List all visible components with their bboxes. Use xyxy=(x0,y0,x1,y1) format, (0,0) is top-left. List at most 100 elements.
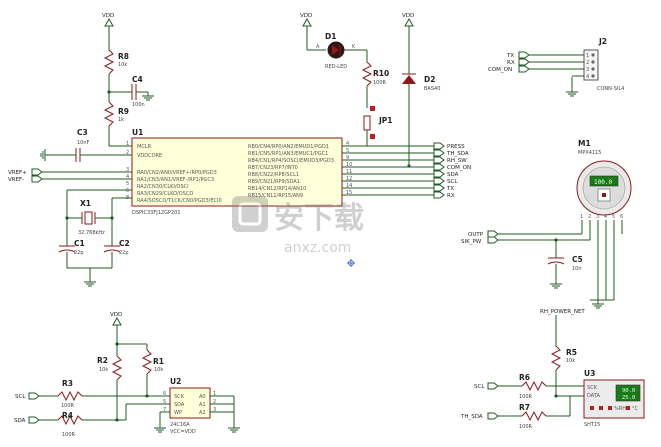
svg-text:VDD: VDD xyxy=(300,13,312,19)
m1-pin-number: 6 xyxy=(620,214,623,220)
net-port xyxy=(518,51,530,59)
j2-pin xyxy=(591,67,595,71)
capacitor-c1[interactable]: C1 22p xyxy=(58,239,85,256)
vdd-d2: VDD xyxy=(402,13,414,27)
u1-left-pin-number: 1 xyxy=(126,141,129,147)
net-label: RX xyxy=(447,193,455,199)
net-label: RX xyxy=(507,60,515,66)
net-label: VREF- xyxy=(8,177,24,183)
svg-text:100R: 100R xyxy=(373,80,387,86)
svg-text:JP1: JP1 xyxy=(378,116,393,125)
svg-text:安下载: 安下载 xyxy=(274,201,364,236)
net-label: COM_ON xyxy=(447,165,471,171)
svg-text:°C: °C xyxy=(632,406,639,412)
net-sik-pw: SIK_PW xyxy=(461,236,499,245)
u1-left-pin-label: RA2/CN30/CLKI/OSCI xyxy=(137,184,189,190)
svg-text:D2: D2 xyxy=(424,75,435,84)
net-port xyxy=(433,170,445,178)
svg-text:24C16A: 24C16A xyxy=(170,422,190,428)
svg-text:J2: J2 xyxy=(598,37,607,46)
u1-left-pin-label: RA0/CN2/AN0/VREF+/RP0/PGD3 xyxy=(137,170,217,176)
capacitor-c2[interactable]: C2 22p xyxy=(103,239,130,256)
resistor-r9[interactable]: R9 1k xyxy=(103,101,129,127)
j2-pins: 1 TX 2 RX 3 COM_ON 4 xyxy=(488,51,595,80)
net-label: SCL xyxy=(447,179,458,185)
resistor-r2[interactable]: R2 10k xyxy=(97,355,123,381)
capacitor-c3[interactable]: C3 10nF xyxy=(45,128,132,162)
jumper-jp1[interactable]: JP1 xyxy=(363,106,393,139)
net-scl-right: SCL xyxy=(474,382,499,390)
diode-d2[interactable]: D2 BAS40 xyxy=(402,73,440,92)
u1-left-pin-number: 6 xyxy=(126,188,129,194)
svg-text:R7: R7 xyxy=(519,403,530,412)
svg-text:22p: 22p xyxy=(74,250,84,256)
net-port xyxy=(433,191,445,199)
svg-text:D1: D1 xyxy=(325,32,336,41)
j2-pin xyxy=(591,53,595,57)
connector-j2[interactable]: J2 CONN-SIL4 xyxy=(583,37,624,92)
svg-text:K: K xyxy=(352,44,356,50)
resistor-r10[interactable]: R10 100R xyxy=(361,61,389,87)
svg-text:C5: C5 xyxy=(572,255,583,264)
resistor-r6[interactable]: R6 100R xyxy=(519,373,547,400)
svg-text:32.768kHz: 32.768kHz xyxy=(78,230,105,236)
capacitor-c5[interactable]: C5 10n xyxy=(547,255,583,272)
u1-right-pin-label: RB14/CN12/RP14/AN10 xyxy=(248,186,306,192)
resistor-r8[interactable]: R8 10k xyxy=(103,49,129,75)
u1-right-pin-label: RB0/CN4/RP0/AN2/EMUD1/PGD1 xyxy=(248,144,329,150)
net-port xyxy=(31,168,43,176)
capacitor-c4[interactable]: C4 100n xyxy=(131,75,148,108)
net-label: PRESS xyxy=(447,144,465,150)
resistor-r5[interactable]: R5 10k xyxy=(550,345,577,371)
resistor-r4[interactable]: R4 100R xyxy=(57,411,83,438)
vref-nets: VREF+VREF- xyxy=(8,168,132,183)
led-d1[interactable]: D1 A K RED-LED xyxy=(316,32,356,70)
m1-pin-number: 4 xyxy=(604,214,607,220)
svg-text:%RH: %RH xyxy=(614,406,626,412)
svg-text:R6: R6 xyxy=(519,373,530,382)
crystal-x1[interactable]: X1 32.768kHz xyxy=(67,199,112,236)
net-port xyxy=(433,184,445,192)
svg-text:100R: 100R xyxy=(519,394,533,400)
svg-text:22p: 22p xyxy=(119,250,129,256)
net-label: SDA xyxy=(447,172,459,178)
m1-pin-number: 3 xyxy=(596,214,599,220)
svg-text:RED-LED: RED-LED xyxy=(325,64,347,70)
resistor-r1[interactable]: R1 10k xyxy=(141,349,164,375)
svg-text:10k: 10k xyxy=(566,358,575,364)
u1-left-pin-label: MCLR xyxy=(137,144,152,150)
j2-pin xyxy=(591,60,595,64)
net-label: TX xyxy=(506,53,514,59)
j2-pin-number: 4 xyxy=(586,74,589,80)
svg-text:R4: R4 xyxy=(62,411,73,420)
svg-text:R8: R8 xyxy=(118,52,129,61)
pressure-sensor-m1[interactable]: 100.0 M1 MPX4115 xyxy=(576,139,632,216)
svg-text:100R: 100R xyxy=(61,403,75,409)
svg-text:DATA: DATA xyxy=(587,393,600,399)
net-port xyxy=(518,58,530,66)
ground-c3 xyxy=(40,149,46,161)
u1-right-pin-label: RB1/CN5/RP1/AN3/EMUC1/PGC1 xyxy=(248,151,328,157)
svg-text:SIK_PW: SIK_PW xyxy=(461,239,482,245)
net-port xyxy=(433,156,445,164)
svg-text:R10: R10 xyxy=(373,69,389,78)
humidity-sensor-u3[interactable]: U3 SCK DATA 90.0 25.0 %RH °C SHT15 xyxy=(583,369,645,428)
svg-text:TH_SDA: TH_SDA xyxy=(460,414,483,420)
svg-text:10nF: 10nF xyxy=(77,140,90,146)
resistor-r7[interactable]: R7 100R xyxy=(519,403,547,430)
svg-text:C1: C1 xyxy=(74,239,85,248)
svg-text:R3: R3 xyxy=(62,379,73,388)
svg-text:1k: 1k xyxy=(118,117,124,123)
u1-right-pin-label: RB7/CN23/RP7/INT0 xyxy=(248,165,298,171)
svg-text:M1: M1 xyxy=(578,139,591,148)
resistor-r3[interactable]: R3 100R xyxy=(57,379,83,409)
svg-text:MPX4115: MPX4115 xyxy=(578,150,601,156)
net-label: TH_SDA xyxy=(446,151,469,157)
svg-text:C2: C2 xyxy=(119,239,130,248)
j2-pin-number: 1 xyxy=(586,53,589,59)
net-th-sda: TH_SDA xyxy=(460,412,499,420)
net-port xyxy=(518,65,530,73)
m1-pin-number: 1 xyxy=(580,214,583,220)
svg-text:10k: 10k xyxy=(99,367,108,373)
u2-left-pin-number: 6 xyxy=(163,391,166,397)
